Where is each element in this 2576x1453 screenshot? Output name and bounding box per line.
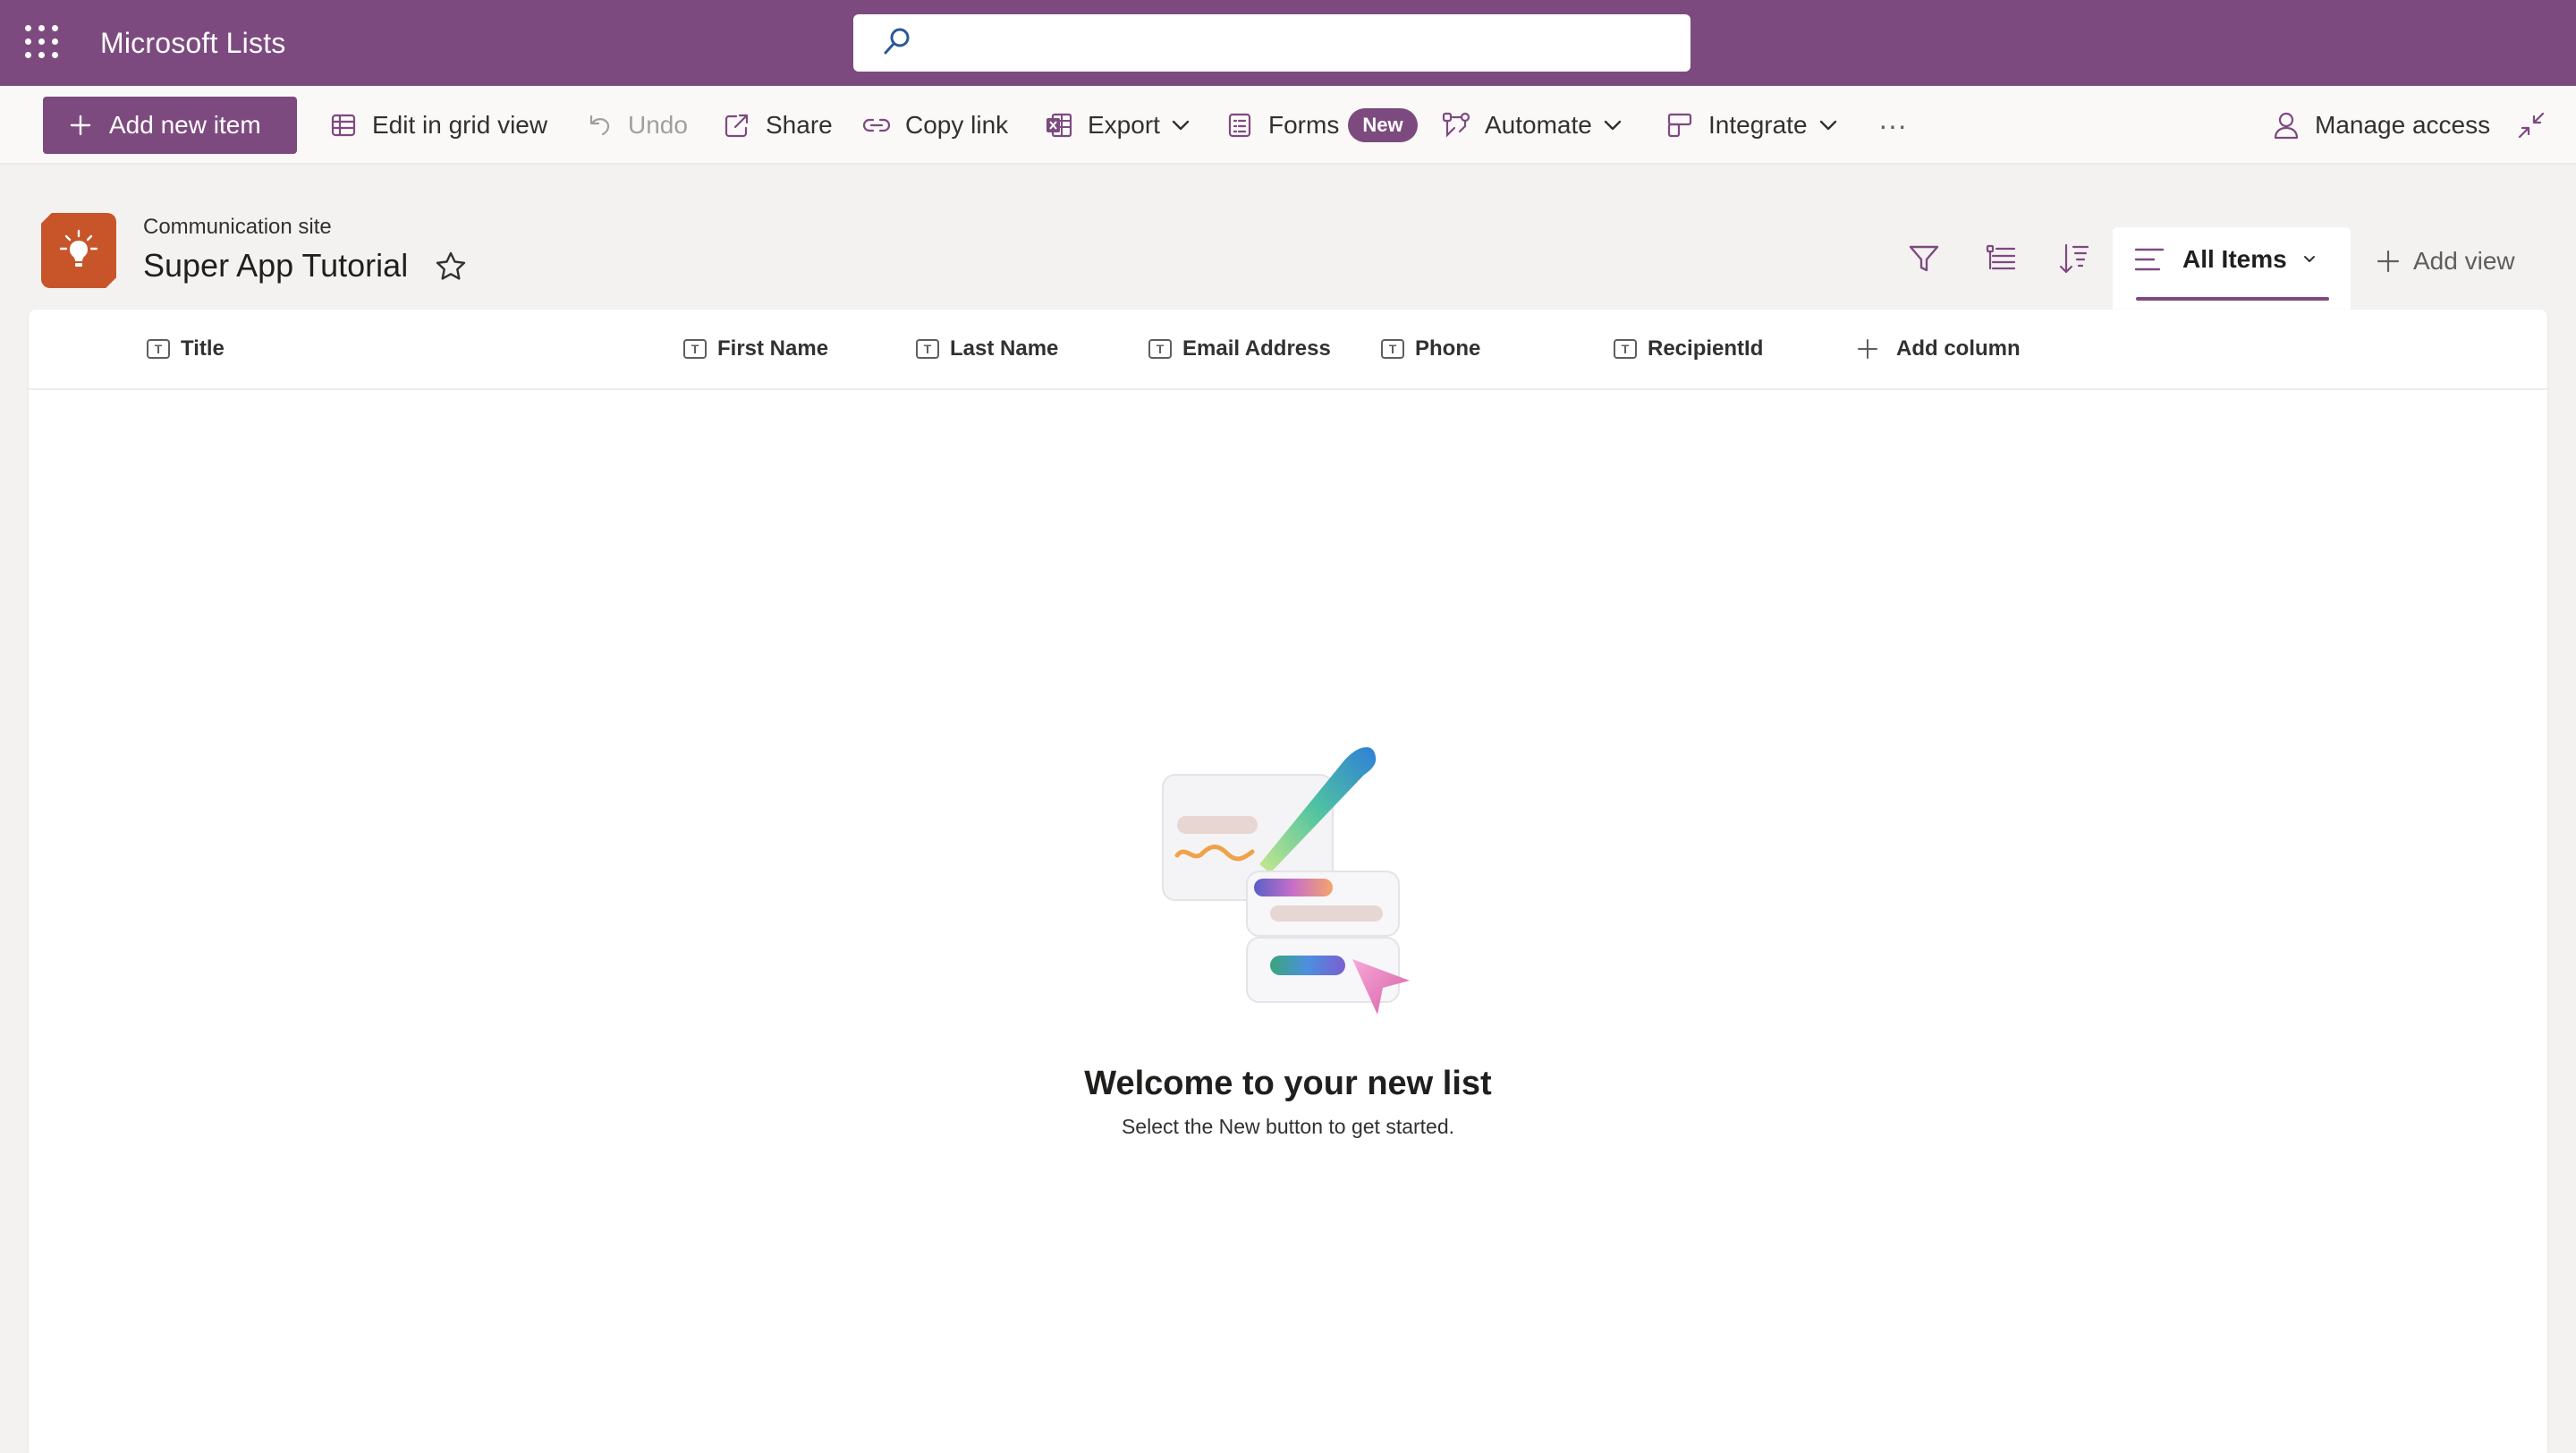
- column-header-title[interactable]: T Title: [147, 336, 225, 361]
- copy-link-label: Copy link: [905, 111, 1009, 139]
- group-by-icon[interactable]: [1984, 242, 2018, 276]
- column-label: Email Address: [1182, 336, 1331, 361]
- more-options-button[interactable]: ···: [1878, 86, 1907, 165]
- forms-label: Forms: [1268, 111, 1340, 139]
- text-column-icon: T: [1381, 339, 1404, 359]
- empty-state-subtitle: Select the New button to get started.: [1121, 1115, 1455, 1138]
- add-view-button[interactable]: Add view: [2376, 247, 2515, 276]
- text-column-icon: T: [147, 339, 170, 359]
- manage-access-button[interactable]: Manage access: [2270, 86, 2490, 165]
- integrate-button[interactable]: Integrate: [1664, 86, 1838, 165]
- plus-icon: [2376, 249, 2401, 274]
- view-lines-icon: [2134, 246, 2165, 273]
- command-bar: Add new item Edit in grid view Undo Shar…: [0, 86, 2576, 165]
- automate-button[interactable]: Automate: [1440, 86, 1623, 165]
- text-column-icon: T: [1614, 339, 1637, 359]
- list-title: Super App Tutorial: [143, 247, 409, 284]
- chevron-down-icon: [1603, 119, 1623, 132]
- integrate-label: Integrate: [1708, 111, 1808, 139]
- favorite-star-icon[interactable]: [435, 251, 467, 287]
- export-button[interactable]: Export: [1043, 86, 1191, 165]
- view-name: All Items: [2182, 245, 2287, 273]
- column-header-last-name[interactable]: T Last Name: [916, 336, 1058, 361]
- plus-icon: [1857, 338, 1878, 360]
- view-selector[interactable]: All Items: [2113, 227, 2351, 310]
- column-label: Phone: [1415, 336, 1481, 361]
- export-label: Export: [1088, 111, 1160, 139]
- column-label: Last Name: [950, 336, 1059, 361]
- app-launcher-icon[interactable]: [25, 25, 61, 61]
- site-logo[interactable]: [41, 213, 116, 288]
- lightbulb-icon: [59, 229, 98, 267]
- view-active-indicator: [2136, 297, 2329, 301]
- plus-icon: [70, 115, 91, 136]
- undo-icon: [583, 109, 615, 141]
- forms-button[interactable]: Forms New: [1224, 86, 1418, 165]
- forms-icon: [1224, 109, 1256, 141]
- edit-grid-view-button[interactable]: Edit in grid view: [327, 86, 547, 165]
- grid-icon: [327, 109, 360, 141]
- collapse-icon[interactable]: [2517, 86, 2546, 165]
- add-new-item-label: Add new item: [109, 111, 261, 139]
- text-column-icon: T: [1148, 339, 1172, 359]
- chevron-down-icon: [1171, 119, 1191, 132]
- excel-icon: [1043, 109, 1075, 141]
- add-column-label: Add column: [1896, 336, 2021, 361]
- column-header-first-name[interactable]: T First Name: [683, 336, 828, 361]
- automate-label: Automate: [1485, 111, 1592, 139]
- add-new-item-button[interactable]: Add new item: [43, 97, 297, 154]
- search-icon: [882, 26, 912, 61]
- new-badge: New: [1348, 108, 1418, 142]
- sort-icon[interactable]: [2057, 242, 2091, 276]
- search-input[interactable]: [928, 29, 1690, 57]
- column-label: Title: [181, 336, 225, 361]
- share-icon: [721, 109, 753, 141]
- undo-button[interactable]: Undo: [583, 86, 688, 165]
- text-column-icon: T: [916, 339, 939, 359]
- column-header-row: T Title T First Name T Last Name T Email…: [29, 310, 2547, 390]
- edit-grid-view-label: Edit in grid view: [372, 111, 548, 139]
- automate-icon: [1440, 109, 1472, 141]
- add-column-button[interactable]: Add column: [1857, 336, 2021, 361]
- column-header-recipientid[interactable]: T RecipientId: [1614, 336, 1763, 361]
- person-icon: [2270, 109, 2302, 141]
- text-column-icon: T: [683, 339, 707, 359]
- filter-icon[interactable]: [1907, 242, 1941, 276]
- column-header-phone[interactable]: T Phone: [1381, 336, 1480, 361]
- undo-label: Undo: [628, 111, 688, 139]
- column-label: First Name: [717, 336, 829, 361]
- empty-list-illustration: [1154, 730, 1422, 1022]
- share-button[interactable]: Share: [721, 86, 833, 165]
- column-header-email-address[interactable]: T Email Address: [1148, 336, 1331, 361]
- manage-access-label: Manage access: [2315, 111, 2491, 139]
- site-name[interactable]: Communication site: [143, 215, 332, 240]
- suite-bar: Microsoft Lists: [0, 0, 2576, 86]
- link-icon: [860, 109, 893, 141]
- integrate-icon: [1664, 109, 1696, 141]
- search-box[interactable]: [853, 14, 1690, 72]
- share-label: Share: [766, 111, 833, 139]
- column-label: RecipientId: [1648, 336, 1764, 361]
- app-title[interactable]: Microsoft Lists: [100, 27, 285, 60]
- empty-state-title: Welcome to your new list: [1084, 1065, 1492, 1102]
- copy-link-button[interactable]: Copy link: [860, 86, 1008, 165]
- add-view-label: Add view: [2413, 247, 2515, 275]
- chevron-down-icon: [2301, 254, 2318, 265]
- chevron-down-icon: [1818, 119, 1838, 132]
